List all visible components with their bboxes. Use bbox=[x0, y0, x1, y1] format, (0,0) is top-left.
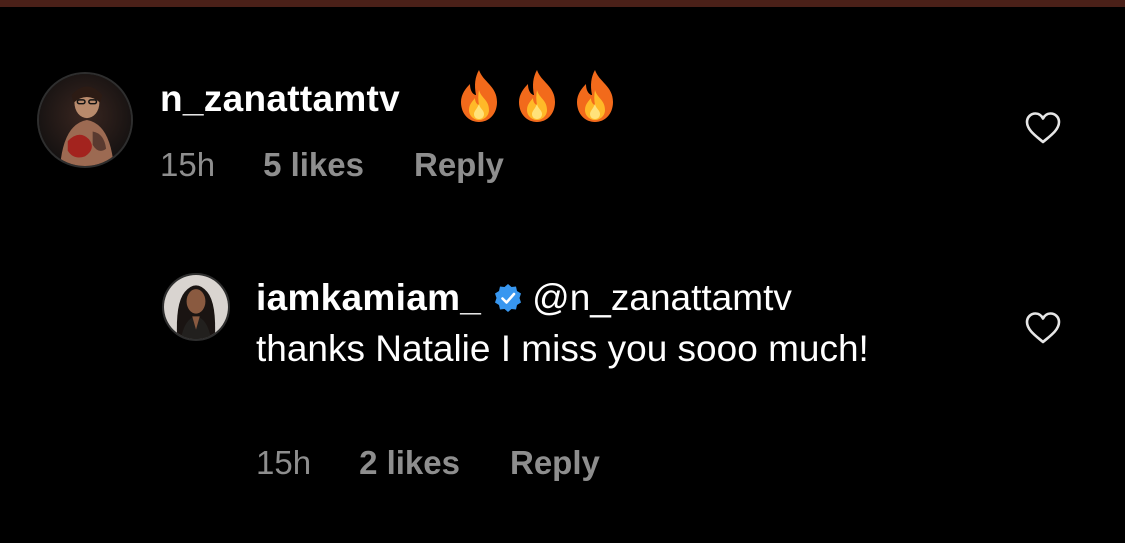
reply-username[interactable]: iamkamiam_ bbox=[256, 277, 481, 319]
comments-screen: n_zanattamtv 15h 5 likes Reply iamkamiam… bbox=[0, 0, 1125, 543]
top-bar bbox=[0, 0, 1125, 7]
verified-badge-icon bbox=[495, 284, 522, 312]
comment-likes[interactable]: 5 likes bbox=[263, 146, 364, 184]
commenter-avatar[interactable] bbox=[37, 72, 133, 168]
reply-button[interactable]: Reply bbox=[414, 146, 504, 184]
fire-emoji-icon bbox=[577, 70, 613, 122]
comment-time: 15h bbox=[160, 146, 216, 183]
reply-header: iamkamiam_ @n_zanattamtv bbox=[256, 277, 792, 319]
mention-link[interactable]: @n_zanattamtv bbox=[532, 277, 792, 319]
reply-time: 15h bbox=[256, 444, 312, 481]
reply-avatar[interactable] bbox=[162, 273, 230, 341]
reply-meta: 15h 2 likes Reply bbox=[256, 444, 600, 482]
fire-emoji-icon bbox=[519, 70, 555, 122]
heart-outline-icon[interactable] bbox=[1024, 311, 1062, 345]
reply-text: thanks Natalie I miss you sooo much! bbox=[256, 328, 869, 369]
reply-likes[interactable]: 2 likes bbox=[359, 444, 460, 482]
comment-username[interactable]: n_zanattamtv bbox=[160, 78, 400, 120]
heart-outline-icon[interactable] bbox=[1024, 111, 1062, 145]
fire-emoji-icon bbox=[461, 70, 497, 122]
avatar-image bbox=[39, 74, 131, 166]
comment-text bbox=[453, 68, 621, 124]
avatar-image bbox=[164, 275, 228, 339]
comment-meta: 15h 5 likes Reply bbox=[160, 146, 504, 184]
reply-button[interactable]: Reply bbox=[510, 444, 600, 482]
